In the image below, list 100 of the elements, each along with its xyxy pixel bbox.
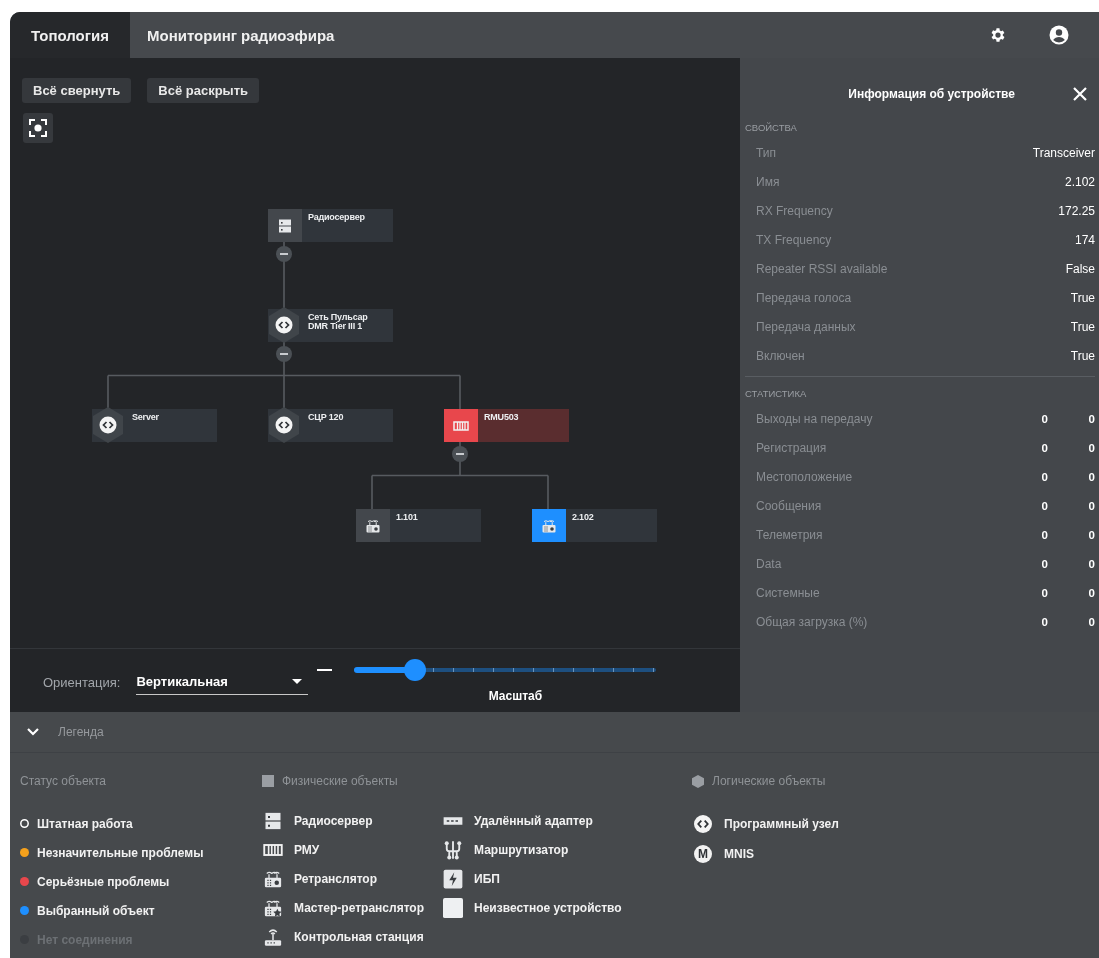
legend-label: Серьёзные проблемы (37, 874, 170, 889)
hexagon-code-icon (92, 407, 124, 443)
zoom-slider[interactable] (354, 659, 657, 681)
property-label: Repeater RSSI available (756, 261, 889, 276)
statistic-value: 0 (1040, 499, 1048, 512)
legend-label: РМУ (294, 842, 320, 857)
collapse-button[interactable] (276, 346, 292, 362)
statistic-value: 0 (1040, 441, 1048, 454)
device-node[interactable]: Радиосервер (268, 209, 393, 242)
statistic-value: 0 (1040, 615, 1048, 628)
code-icon (694, 815, 712, 833)
statistic-value: 0 (1087, 441, 1095, 454)
device-node[interactable]: Сеть Пульсар DMR Tier III 1 (268, 309, 393, 342)
server-icon (263, 810, 283, 831)
toolbar-button[interactable]: Всё свернуть (22, 78, 132, 103)
toolbar-button[interactable]: Всё раскрыть (147, 78, 260, 103)
legend-label: Маршрутизатор (474, 842, 569, 857)
statistic-value: 0 (1040, 412, 1048, 425)
hexagon-code-icon (268, 407, 300, 443)
property-label: Data (756, 556, 783, 571)
legend-label: Радиосервер (294, 813, 373, 828)
radio-icon (541, 517, 557, 534)
hexagon-code-icon (268, 307, 300, 343)
close-icon[interactable] (1073, 87, 1087, 101)
legend-label: Удалённый адаптер (474, 813, 593, 828)
fit-view-button[interactable] (23, 113, 53, 143)
property-value: 172.25 (1058, 203, 1095, 218)
legend-title: Легенда (58, 725, 104, 739)
orientation-label: Ориентация: (43, 675, 121, 690)
property-value: 2.102 (1064, 174, 1095, 189)
statistic-value: 0 (1087, 528, 1095, 541)
connector-line (283, 241, 285, 310)
tab[interactable]: Топология (10, 12, 130, 58)
device-node[interactable]: СЦР 120 (268, 409, 393, 442)
device-node[interactable]: RMU503 (444, 409, 569, 442)
zoom-label: Масштаб (488, 689, 543, 703)
section-title: СТАТИСТИКА (745, 387, 808, 401)
focus-icon (29, 119, 47, 137)
property-label: Регистрация (756, 440, 828, 455)
property-label: Телеметрия (756, 527, 824, 542)
property-label: Сообщения (756, 498, 823, 513)
property-label: Местоположение (756, 469, 854, 484)
property-label: Передача голоса (756, 290, 853, 305)
legend-label: Ретранслятор (294, 871, 378, 886)
collapse-button[interactable] (276, 246, 292, 262)
chevron-icon[interactable] (27, 728, 39, 736)
node-label: СЦР 120 (307, 411, 344, 423)
property-label: Включен (756, 348, 806, 363)
device-node[interactable]: Server (92, 409, 217, 442)
statistic-value: 0 (1087, 586, 1095, 599)
property-label: Общая загрузка (%) (756, 614, 869, 629)
caret-icon (292, 679, 303, 684)
statistic-value: 0 (1040, 528, 1048, 541)
legend-label: Контрольная станция (294, 929, 424, 944)
slider-thumb[interactable] (403, 659, 426, 681)
orientation-select[interactable]: Вертикальная (136, 669, 309, 695)
statistic-value: 0 (1087, 470, 1095, 483)
legend-label: Мастер-ретранслятор (294, 900, 425, 915)
statistic-value: 0 (1040, 557, 1048, 570)
section-title: СВОЙСТВА (745, 121, 798, 135)
property-label: Системные (756, 585, 821, 600)
panel-title: Информация об устройстве (848, 87, 1015, 101)
hexagon-icon (692, 774, 704, 788)
legend-label: MNIS (724, 847, 754, 861)
node-label: 2.102 (571, 511, 594, 523)
property-value: False (1065, 261, 1095, 276)
statistic-value: 0 (1087, 557, 1095, 570)
server-icon (277, 217, 293, 234)
property-label: Имя (756, 174, 781, 189)
statistic-value: 0 (1040, 586, 1048, 599)
statistic-value: 0 (1087, 412, 1095, 425)
property-value: True (1070, 319, 1095, 334)
device-node[interactable]: 2.102 (532, 509, 657, 542)
node-label: RMU503 (483, 411, 519, 423)
property-value: True (1070, 348, 1095, 363)
radio-icon (365, 517, 381, 534)
node-label: 1.101 (395, 511, 418, 523)
legend-label: ИБП (474, 871, 500, 886)
square-icon (443, 897, 463, 918)
statistic-value: 0 (1087, 615, 1095, 628)
legend-label: Незначительные проблемы (37, 845, 204, 860)
network-icon (443, 839, 463, 860)
account-icon[interactable] (1049, 25, 1069, 45)
property-label: Выходы на передачу (756, 411, 874, 426)
collapse-button[interactable] (452, 446, 468, 462)
settings-icon[interactable] (989, 26, 1007, 44)
device-node[interactable]: 1.101 (356, 509, 481, 542)
node-label: Радиосервер (307, 211, 365, 223)
tab[interactable]: Мониторинг радиоэфира (130, 12, 352, 58)
lightning-icon (443, 868, 463, 889)
property-label: Передача данных (756, 319, 857, 334)
legend-heading: Физические объекты (282, 774, 398, 788)
legend-label: Выбранный объект (37, 903, 155, 918)
statistic-value: 0 (1087, 499, 1095, 512)
legend-label: Программный узел (724, 817, 839, 831)
property-value: 174 (1074, 232, 1095, 247)
legend-label: Штатная работа (37, 816, 133, 831)
property-label: TX Frequency (756, 232, 833, 247)
antenna-icon (263, 926, 283, 947)
legend-heading: Логические объекты (712, 774, 826, 788)
